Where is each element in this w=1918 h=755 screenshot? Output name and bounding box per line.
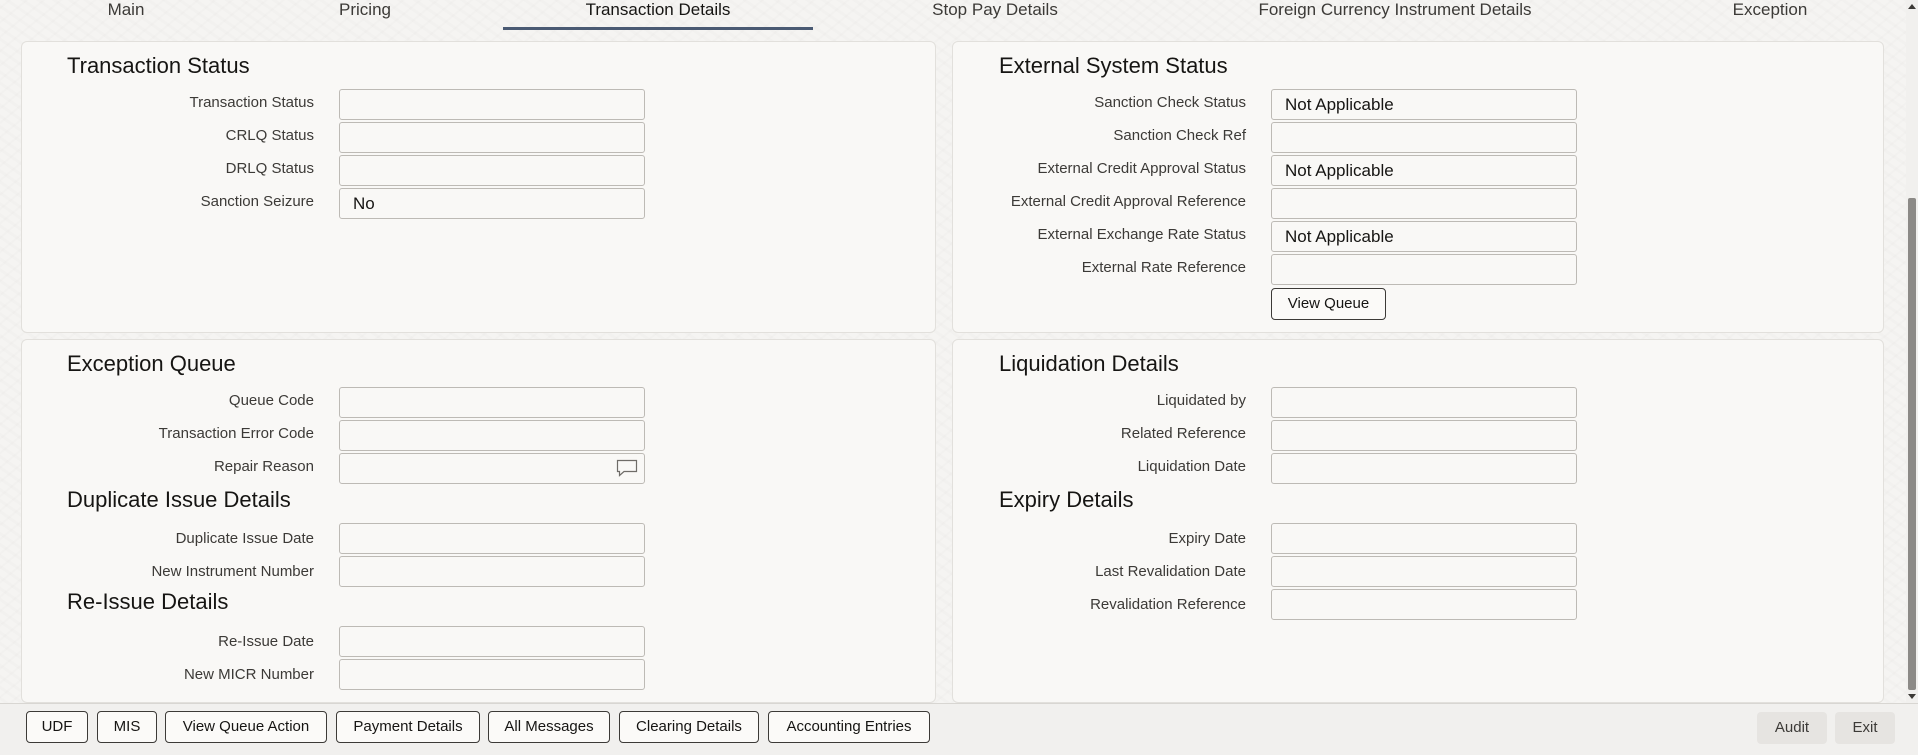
queue-code-field[interactable] xyxy=(339,387,645,418)
accounting-entries-button[interactable]: Accounting Entries xyxy=(768,711,930,743)
comment-icon[interactable] xyxy=(616,459,638,477)
transaction-status-label: Transaction Status xyxy=(189,94,314,111)
last-revalidation-date-label: Last Revalidation Date xyxy=(1095,563,1246,580)
reissue-title: Re-Issue Details xyxy=(67,589,229,614)
liquidated-by-field[interactable] xyxy=(1271,387,1577,418)
sanction-check-status-label: Sanction Check Status xyxy=(1094,94,1246,111)
drlq-status-label: DRLQ Status xyxy=(225,160,314,177)
audit-button[interactable]: Audit xyxy=(1757,712,1827,744)
reissue-date-field[interactable] xyxy=(339,626,645,657)
view-queue-action-button[interactable]: View Queue Action xyxy=(165,711,327,743)
duplicate-issue-title: Duplicate Issue Details xyxy=(67,487,291,512)
new-micr-number-field[interactable] xyxy=(339,659,645,690)
expiry-title: Expiry Details xyxy=(999,487,1134,512)
new-micr-number-label: New MICR Number xyxy=(183,666,314,683)
liquidation-date-label: Liquidation Date xyxy=(1137,458,1246,475)
vertical-scrollbar[interactable] xyxy=(1906,0,1918,703)
payment-details-button[interactable]: Payment Details xyxy=(336,711,480,743)
crlq-status-field[interactable] xyxy=(339,122,645,153)
expiry-date-field[interactable] xyxy=(1271,523,1577,554)
scroll-up-icon[interactable] xyxy=(1908,4,1916,9)
liquidated-by-label: Liquidated by xyxy=(1156,392,1246,409)
drlq-status-field[interactable] xyxy=(339,155,645,186)
related-reference-field[interactable] xyxy=(1271,420,1577,451)
external-system-status-title: External System Status xyxy=(999,53,1228,78)
crlq-status-label: CRLQ Status xyxy=(225,127,314,144)
sanction-seizure-field[interactable]: No xyxy=(339,188,645,219)
tab-exception[interactable]: Exception xyxy=(1720,0,1820,32)
external-rate-reference-label: External Rate Reference xyxy=(1081,259,1246,276)
scroll-down-icon[interactable] xyxy=(1908,694,1916,699)
external-credit-approval-status-field[interactable]: Not Applicable xyxy=(1271,155,1577,186)
reissue-date-label: Re-Issue Date xyxy=(218,633,314,650)
external-credit-approval-reference-label: External Credit Approval Reference xyxy=(1010,193,1246,210)
transaction-status-title: Transaction Status xyxy=(67,53,250,78)
expiry-date-label: Expiry Date xyxy=(1168,530,1246,547)
sanction-check-ref-label: Sanction Check Ref xyxy=(1113,127,1246,144)
duplicate-issue-date-label: Duplicate Issue Date xyxy=(175,530,314,547)
new-instrument-number-field[interactable] xyxy=(339,556,645,587)
tab-bar: Main Pricing Transaction Details Stop Pa… xyxy=(0,0,1900,32)
transaction-error-code-field[interactable] xyxy=(339,420,645,451)
queue-code-label: Queue Code xyxy=(228,392,314,409)
view-queue-button[interactable]: View Queue xyxy=(1271,288,1386,320)
external-rate-reference-field[interactable] xyxy=(1271,254,1577,285)
exception-queue-title: Exception Queue xyxy=(67,351,236,376)
transaction-status-field[interactable] xyxy=(339,89,645,120)
exit-button[interactable]: Exit xyxy=(1835,712,1895,744)
external-system-status-panel xyxy=(952,41,1884,333)
tab-pricing[interactable]: Pricing xyxy=(320,0,410,32)
repair-reason-field[interactable] xyxy=(339,453,645,484)
last-revalidation-date-field[interactable] xyxy=(1271,556,1577,587)
external-exchange-rate-status-field[interactable]: Not Applicable xyxy=(1271,221,1577,252)
transaction-status-panel xyxy=(21,41,936,333)
transaction-error-code-label: Transaction Error Code xyxy=(158,425,314,442)
udf-button[interactable]: UDF xyxy=(26,711,88,743)
tab-main[interactable]: Main xyxy=(86,0,166,32)
repair-reason-label: Repair Reason xyxy=(213,458,314,475)
liquidation-date-field[interactable] xyxy=(1271,453,1577,484)
sanction-check-status-field[interactable]: Not Applicable xyxy=(1271,89,1577,120)
footer-toolbar: UDF MIS View Queue Action Payment Detail… xyxy=(0,703,1918,755)
tab-foreign-currency-instrument-details[interactable]: Foreign Currency Instrument Details xyxy=(1225,0,1565,32)
revalidation-reference-field[interactable] xyxy=(1271,589,1577,620)
tab-stop-pay-details[interactable]: Stop Pay Details xyxy=(905,0,1085,32)
sanction-check-ref-field[interactable] xyxy=(1271,122,1577,153)
all-messages-button[interactable]: All Messages xyxy=(488,711,610,743)
clearing-details-button[interactable]: Clearing Details xyxy=(619,711,759,743)
external-exchange-rate-status-label: External Exchange Rate Status xyxy=(1037,226,1246,243)
external-credit-approval-status-label: External Credit Approval Status xyxy=(1037,160,1246,177)
new-instrument-number-label: New Instrument Number xyxy=(151,563,314,580)
revalidation-reference-label: Revalidation Reference xyxy=(1090,596,1246,613)
active-tab-indicator xyxy=(503,27,813,30)
duplicate-issue-date-field[interactable] xyxy=(339,523,645,554)
liquidation-title: Liquidation Details xyxy=(999,351,1179,376)
sanction-seizure-label: Sanction Seizure xyxy=(200,193,314,210)
mis-button[interactable]: MIS xyxy=(97,711,157,743)
external-credit-approval-reference-field[interactable] xyxy=(1271,188,1577,219)
scrollbar-thumb[interactable] xyxy=(1908,198,1916,690)
related-reference-label: Related Reference xyxy=(1120,425,1246,442)
